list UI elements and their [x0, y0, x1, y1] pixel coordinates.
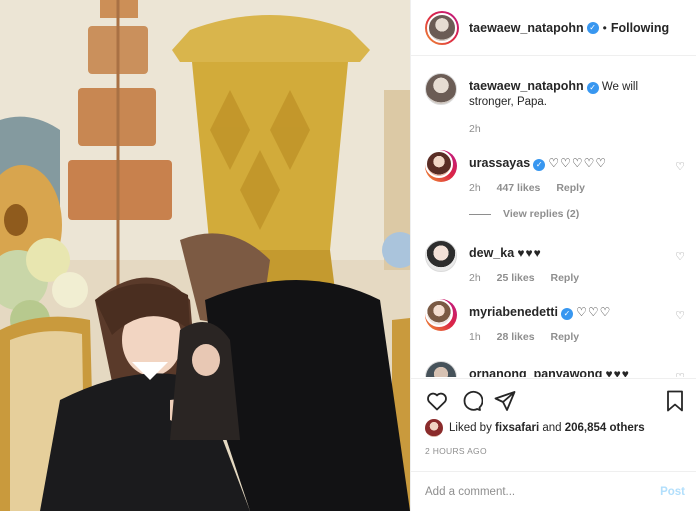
caption-item: taewaew_natapohn ✓ We will stronger, Papa…	[425, 73, 685, 143]
view-replies-line	[469, 213, 491, 215]
comment-likes[interactable]: 447 likes	[497, 182, 541, 194]
comment-time: 1h	[469, 331, 481, 343]
action-bar	[425, 389, 687, 415]
comment-username[interactable]: dew_ka	[469, 246, 514, 260]
liked-by-user[interactable]: fixsafari	[495, 422, 539, 434]
list-item: myriabenedetti ✓ ♡♡♡ 1h 28 likes Reply ♡	[425, 299, 685, 354]
caption-meta: 2h	[469, 122, 674, 137]
list-item: ornanong_panyawong ♥♥♥ ♡	[425, 361, 685, 377]
comment-time: 2h	[469, 272, 481, 284]
reply-button[interactable]: Reply	[556, 182, 585, 194]
comment-icon[interactable]	[459, 389, 484, 413]
comment-meta: 2h 25 likes Reply	[469, 271, 674, 286]
author-avatar-ring[interactable]	[425, 10, 459, 45]
post-photo-illustration	[0, 0, 410, 511]
comment-body: myriabenedetti ✓ ♡♡♡ 1h 28 likes Reply	[469, 305, 674, 345]
caption-time: 2h	[469, 123, 481, 135]
separator-dot: •	[602, 20, 607, 35]
caption-avatar[interactable]	[425, 73, 457, 105]
reply-button[interactable]: Reply	[550, 331, 579, 343]
comment-avatar-ring[interactable]	[425, 299, 457, 331]
list-item: dew_ka ♥♥♥ 2h 25 likes Reply ♡	[425, 240, 685, 295]
comment-text: ♡♡♡	[576, 305, 612, 319]
liked-by-count[interactable]: 206,854 others	[565, 422, 645, 434]
post-header: taewaew_natapohn ✓ • Following	[411, 0, 696, 56]
verified-badge-icon: ✓	[586, 82, 599, 94]
post-photo[interactable]	[0, 0, 410, 511]
post-comment-button[interactable]: Post	[660, 486, 685, 498]
view-replies-button[interactable]: View replies (2)	[469, 208, 579, 220]
verified-badge-icon: ✓	[533, 159, 546, 171]
follow-button[interactable]: Following	[611, 21, 669, 35]
comment-username[interactable]: myriabenedetti	[469, 305, 558, 319]
comment-avatar[interactable]	[425, 361, 457, 377]
verified-badge-icon: ✓	[560, 308, 573, 320]
comment-time: 2h	[469, 182, 481, 194]
caption-body: taewaew_natapohn ✓ We will stronger, Papa…	[469, 79, 674, 137]
comment-text: ♥♥♥	[517, 246, 542, 260]
comment-input[interactable]	[425, 486, 625, 498]
comment-likes[interactable]: 25 likes	[497, 272, 535, 284]
comment-text: ♥♥♥	[605, 367, 630, 377]
caption-username[interactable]: taewaew_natapohn	[469, 79, 584, 93]
reply-button[interactable]: Reply	[550, 272, 579, 284]
bookmark-icon[interactable]	[663, 389, 687, 413]
author-username[interactable]: taewaew_natapohn	[469, 21, 584, 35]
comment-avatar[interactable]	[425, 240, 457, 272]
comment-username[interactable]: urassayas	[469, 156, 530, 170]
verified-badge-icon: ✓	[586, 21, 599, 34]
author-line: taewaew_natapohn ✓ • Following	[469, 21, 669, 35]
author-avatar[interactable]	[427, 12, 457, 43]
liked-by-line: Liked by fixsafari and 206,854 others	[425, 419, 645, 437]
paper-plane-icon[interactable]	[493, 389, 517, 413]
comment-like-heart-icon[interactable]: ♡	[675, 250, 685, 263]
comment-like-heart-icon[interactable]: ♡	[675, 160, 685, 173]
post-timestamp[interactable]: 2 HOURS AGO	[425, 446, 487, 456]
comment-like-heart-icon[interactable]: ♡	[675, 371, 685, 377]
comment-likes[interactable]: 28 likes	[497, 331, 535, 343]
comment-body: dew_ka ♥♥♥ 2h 25 likes Reply	[469, 246, 674, 286]
comment-body: urassayas ✓ ♡♡♡♡♡ 2h 447 likes Reply	[469, 156, 674, 196]
comment-avatar-ring[interactable]	[425, 150, 457, 182]
list-item: urassayas ✓ ♡♡♡♡♡ 2h 447 likes Reply ♡	[425, 150, 685, 210]
comment-meta: 2h 447 likes Reply	[469, 181, 674, 196]
heart-icon[interactable]	[425, 389, 449, 413]
post-sidebar: taewaew_natapohn ✓ • Following taewaew_n…	[410, 0, 696, 511]
comment-avatar[interactable]	[425, 150, 453, 178]
post-actions: Liked by fixsafari and 206,854 others 2 …	[411, 378, 696, 511]
comment-username[interactable]: ornanong_panyawong	[469, 367, 602, 377]
comment-text: ♡♡♡♡♡	[548, 156, 608, 170]
view-replies-label: View replies (2)	[503, 208, 580, 220]
liked-by-middle: and	[542, 422, 562, 434]
add-comment-bar: Post	[411, 471, 696, 511]
comment-like-heart-icon[interactable]: ♡	[675, 309, 685, 322]
comment-meta: 1h 28 likes Reply	[469, 330, 674, 345]
liked-by-avatar[interactable]	[425, 419, 443, 437]
comment-avatar[interactable]	[425, 299, 453, 327]
comments-list[interactable]: taewaew_natapohn ✓ We will stronger, Papa…	[411, 57, 696, 377]
liked-by-prefix: Liked by	[449, 422, 492, 434]
comment-body: ornanong_panyawong ♥♥♥	[469, 367, 674, 377]
